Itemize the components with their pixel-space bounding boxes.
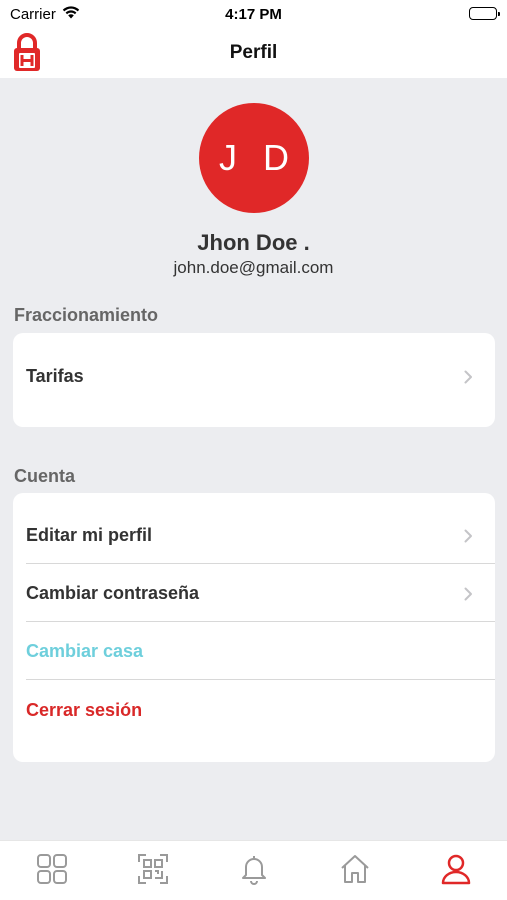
menu-item-label: Cambiar casa	[26, 641, 144, 661]
user-name: Jhon Doe .	[197, 230, 310, 255]
tab-bar	[0, 840, 507, 900]
user-email: john.doe@gmail.com	[173, 258, 334, 277]
cuenta-card: Editar mi perfil Cambiar contraseña Camb…	[13, 493, 495, 762]
clock-time: 4:17 PM	[225, 6, 282, 23]
menu-item-cambiar-contrasena[interactable]: Cambiar contraseña	[26, 564, 495, 622]
menu-item-cerrar-sesion[interactable]: Cerrar sesión	[26, 681, 495, 739]
menu-item-label: Editar mi perfil	[26, 525, 153, 545]
section-title-cuenta: Cuenta	[14, 466, 76, 486]
bell-icon	[238, 853, 270, 890]
page-title: Perfil	[229, 42, 278, 63]
home-icon	[339, 853, 371, 890]
user-icon	[440, 853, 472, 890]
battery-icon	[469, 7, 500, 20]
section-title-fraccionamiento: Fraccionamiento	[14, 305, 159, 325]
chevron-right-icon	[464, 370, 473, 389]
tab-dashboard[interactable]	[34, 853, 70, 889]
menu-item-cambiar-casa[interactable]: Cambiar casa	[26, 622, 495, 680]
tab-profile[interactable]	[438, 853, 474, 889]
chevron-right-icon	[464, 529, 473, 548]
menu-item-label: Cerrar sesión	[26, 700, 143, 720]
menu-item-tarifas[interactable]: Tarifas	[26, 347, 495, 405]
tab-qr[interactable]	[135, 853, 171, 889]
avatar: J D	[199, 103, 309, 213]
menu-item-label: Tarifas	[26, 366, 84, 386]
menu-item-label: Cambiar contraseña	[26, 583, 200, 603]
tab-notifications[interactable]	[236, 853, 272, 889]
nav-bar: Perfil	[0, 28, 507, 78]
qr-code-icon	[137, 853, 169, 890]
chevron-right-icon	[464, 587, 473, 606]
dashboard-icon	[36, 853, 68, 890]
status-bar: Carrier 4:17 PM	[0, 0, 507, 28]
menu-item-editar-perfil[interactable]: Editar mi perfil	[26, 506, 495, 564]
fraccionamiento-card: Tarifas	[13, 333, 495, 427]
tab-home[interactable]	[337, 853, 373, 889]
